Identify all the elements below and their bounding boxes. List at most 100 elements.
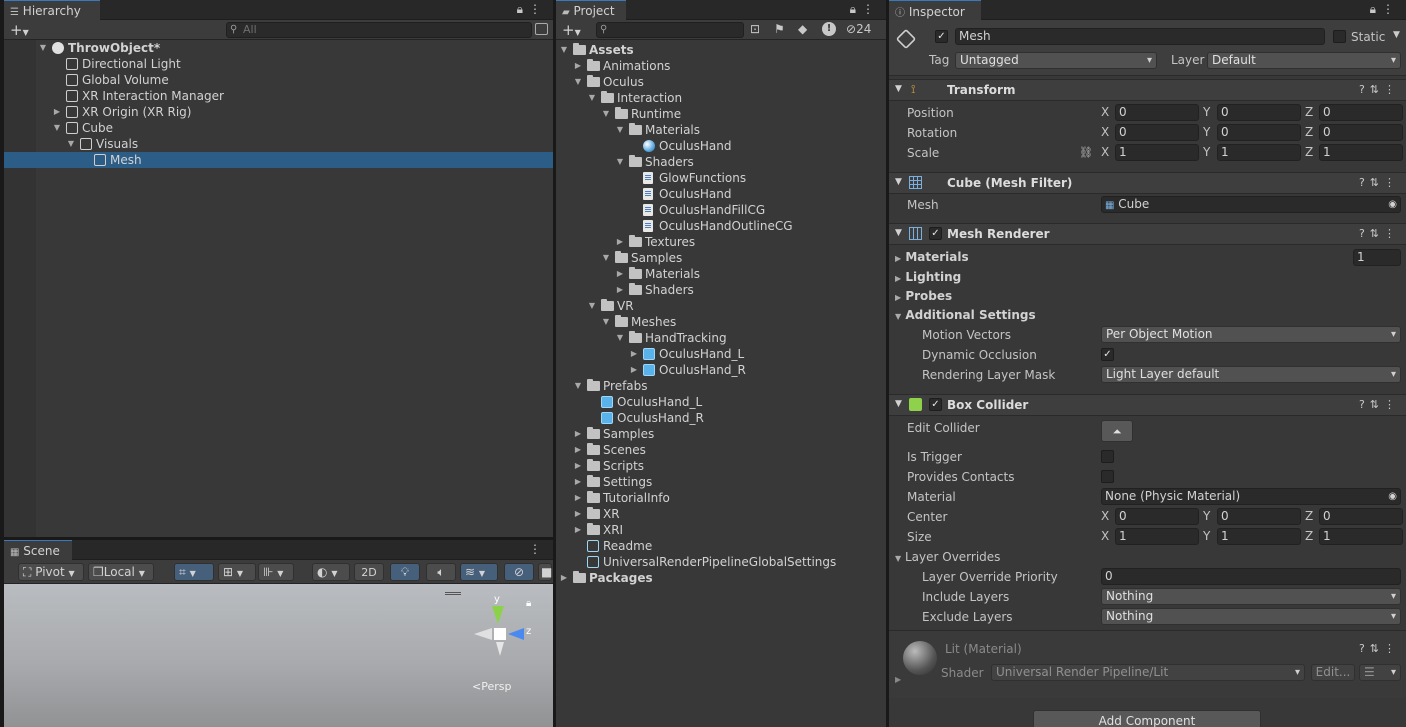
tree-row[interactable]: ▶ Animations	[556, 58, 886, 74]
vector-x-field[interactable]: 1	[1115, 528, 1199, 545]
probes-foldout[interactable]: ▶ Probes	[895, 289, 952, 303]
axis-z-label[interactable]: Z	[1305, 529, 1313, 543]
is-trigger-checkbox[interactable]	[1101, 450, 1114, 463]
axis-x-label[interactable]: X	[1101, 105, 1109, 119]
tree-row[interactable]: ▶ Settings	[556, 474, 886, 490]
physic-material-field[interactable]: None (Physic Material) ◉	[1101, 488, 1401, 505]
grid-snapping-button[interactable]: ⌗ ▼	[174, 563, 214, 581]
rendering-layer-dropdown[interactable]: Light Layer default	[1101, 366, 1401, 383]
tree-row[interactable]: OculusHand_R	[556, 410, 886, 426]
grid-visibility-button[interactable]: ⊞ ▼	[218, 563, 256, 581]
materials-count-field[interactable]: 1	[1353, 249, 1401, 266]
tree-row[interactable]: ▶ TutorialInfo	[556, 490, 886, 506]
tab-inspector[interactable]: ⓘ Inspector	[889, 0, 981, 20]
box-collider-header[interactable]: ▼ ✓ Box Collider ?⇅⋮	[889, 394, 1406, 416]
shader-dropdown[interactable]: Universal Render Pipeline/Lit	[991, 664, 1305, 681]
axis-x-label[interactable]: X	[1101, 509, 1109, 523]
foldout-expanded-icon[interactable]: ▼	[587, 90, 597, 106]
vector-z-field[interactable]: 0	[1319, 508, 1403, 525]
effects-dropdown[interactable]: ≋ ▼	[460, 563, 498, 581]
tree-row[interactable]: ▼ Runtime	[556, 106, 886, 122]
warning-icon[interactable]: !	[822, 22, 836, 36]
mesh-renderer-header[interactable]: ▼ ✓ Mesh Renderer ?⇅⋮	[889, 223, 1406, 245]
material-controls[interactable]: ?⇅⋮	[1359, 642, 1400, 655]
foldout-arrow[interactable]: ▼	[895, 84, 902, 94]
gizmo-neg-y-cone[interactable]	[496, 642, 504, 656]
gizmo-y-cone[interactable]	[492, 606, 504, 624]
vector-x-field[interactable]: 0	[1115, 508, 1199, 525]
foldout-collapsed-icon[interactable]: ▶	[573, 474, 583, 490]
materials-foldout[interactable]: ▶ Materials	[895, 250, 969, 264]
dynamic-occlusion-checkbox[interactable]: ✓	[1101, 348, 1114, 361]
foldout-collapsed-icon[interactable]: ▶	[573, 58, 583, 74]
vector-z-field[interactable]: 1	[1319, 144, 1403, 161]
tree-row[interactable]: ▼ Prefabs	[556, 378, 886, 394]
tree-row[interactable]: ▼ Shaders	[556, 154, 886, 170]
scene-visibility-icon[interactable]	[535, 23, 548, 35]
scene-tab-controls[interactable]: ⋮	[529, 542, 547, 556]
axis-x-label[interactable]: X	[1101, 529, 1109, 543]
gizmo-x-cone[interactable]	[474, 628, 492, 640]
overlay-handle[interactable]	[445, 592, 461, 595]
mesh-renderer-enabled-checkbox[interactable]: ✓	[929, 227, 942, 240]
kebab-menu-icon[interactable]: ⋮	[1382, 2, 1400, 16]
tree-row[interactable]: ▼ Meshes	[556, 314, 886, 330]
tab-scene[interactable]: ▦ Scene	[4, 540, 72, 560]
tree-row[interactable]: Global Volume	[4, 72, 553, 88]
2d-toggle-button[interactable]: 2D	[354, 563, 384, 581]
tree-row[interactable]: ▼ Visuals	[4, 136, 553, 152]
vector-x-field[interactable]: 1	[1115, 144, 1199, 161]
foldout-expanded-icon[interactable]: ▼	[601, 106, 611, 122]
lock-icon[interactable]: 🔒︎	[517, 2, 529, 16]
lighting-toggle-button[interactable]: 💡︎	[390, 563, 420, 581]
static-dropdown-icon[interactable]: ▼	[1393, 30, 1400, 40]
tree-row[interactable]: OculusHandOutlineCG	[556, 218, 886, 234]
tree-row[interactable]: Directional Light	[4, 56, 553, 72]
object-picker-icon[interactable]: ◉	[1388, 489, 1397, 504]
tree-row[interactable]: Mesh	[4, 152, 553, 168]
gameobject-icon[interactable]	[895, 28, 917, 50]
vector-z-field[interactable]: 1	[1319, 528, 1403, 545]
foldout-collapsed-icon[interactable]: ▶	[615, 266, 625, 282]
foldout-arrow[interactable]: ▼	[895, 228, 902, 238]
tree-row[interactable]: ▶ Shaders	[556, 282, 886, 298]
inspector-tab-controls[interactable]: 🔒︎⋮	[1370, 2, 1400, 17]
vector-y-field[interactable]: 0	[1217, 124, 1301, 141]
additional-settings-foldout[interactable]: ▼ Additional Settings	[895, 308, 1036, 322]
foldout-expanded-icon[interactable]: ▼	[587, 298, 597, 314]
gizmo-cube[interactable]	[494, 628, 506, 640]
override-priority-field[interactable]: 0	[1101, 568, 1401, 585]
tree-row[interactable]: OculusHand_L	[556, 394, 886, 410]
component-controls[interactable]: ?⇅⋮	[1359, 227, 1400, 240]
box-collider-enabled-checkbox[interactable]: ✓	[929, 398, 942, 411]
tree-row[interactable]: ▶ Textures	[556, 234, 886, 250]
hierarchy-search-input[interactable]: ⚲ All	[226, 22, 532, 38]
foldout-collapsed-icon[interactable]: ▶	[629, 346, 639, 362]
axis-z-label[interactable]: Z	[1305, 105, 1313, 119]
tree-row[interactable]: ▶ Scripts	[556, 458, 886, 474]
tree-row[interactable]: UniversalRenderPipelineGlobalSettings	[556, 554, 886, 570]
foldout-collapsed-icon[interactable]: ▶	[573, 458, 583, 474]
mesh-filter-header[interactable]: ▼ Cube (Mesh Filter) ?⇅⋮	[889, 172, 1406, 194]
create-asset-button[interactable]: +▼	[562, 21, 581, 39]
foldout-collapsed-icon[interactable]: ▶	[573, 490, 583, 506]
axis-y-label[interactable]: Y	[1203, 529, 1210, 543]
tree-row[interactable]: GlowFunctions	[556, 170, 886, 186]
vector-x-field[interactable]: 0	[1115, 124, 1199, 141]
material-preview-sphere[interactable]	[903, 641, 937, 675]
foldout-arrow[interactable]: ▶	[895, 675, 901, 684]
gizmo-z-cone[interactable]	[508, 628, 524, 640]
lock-icon[interactable]: 🔒︎	[526, 598, 531, 609]
edit-shader-button[interactable]: Edit...	[1311, 664, 1355, 681]
tree-row[interactable]: ▶ XR Origin (XR Rig)	[4, 104, 553, 120]
tree-row[interactable]: ▶ OculusHand_L	[556, 346, 886, 362]
tab-project[interactable]: ▰ Project	[556, 0, 626, 20]
provides-contacts-checkbox[interactable]	[1101, 470, 1114, 483]
tree-row[interactable]: ▼ Cube	[4, 120, 553, 136]
add-component-button[interactable]: Add Component	[1033, 710, 1261, 727]
hidden-packages-toggle[interactable]: ⊘24	[846, 22, 871, 36]
axis-x-label[interactable]: X	[1101, 145, 1109, 159]
motion-vectors-dropdown[interactable]: Per Object Motion	[1101, 326, 1401, 343]
scene-visibility-toggle[interactable]: ⊘	[504, 563, 534, 581]
layer-overrides-foldout[interactable]: ▼ Layer Overrides	[895, 550, 1000, 564]
